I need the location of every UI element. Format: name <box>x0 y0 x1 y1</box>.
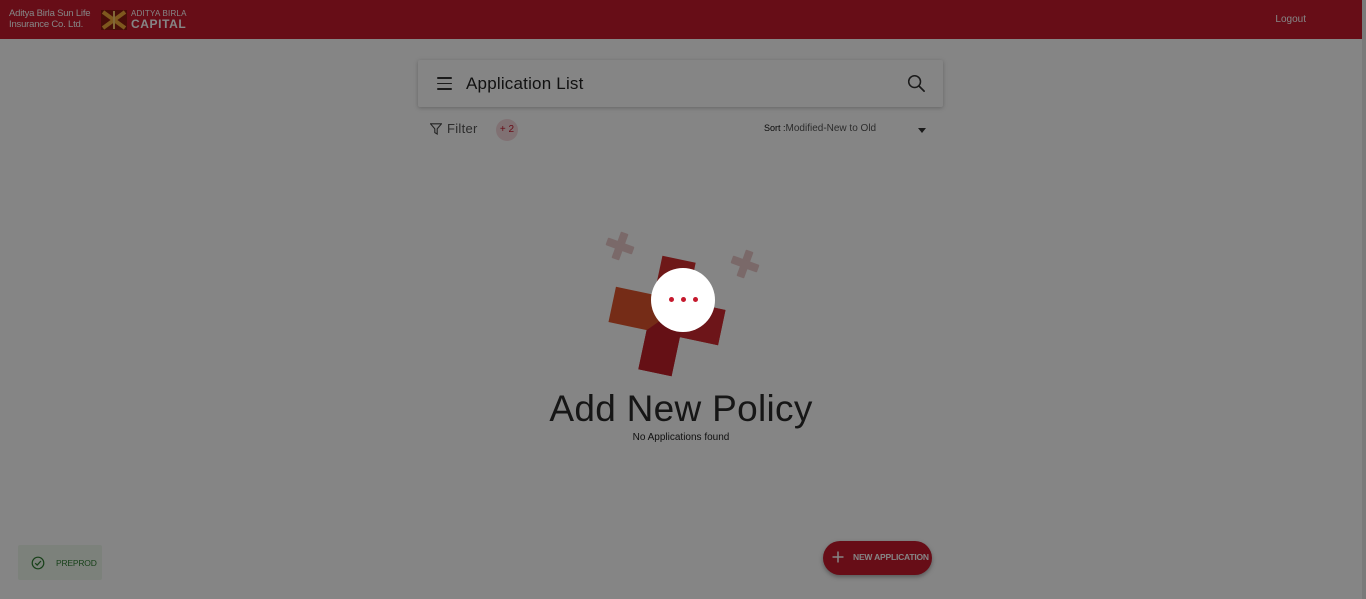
loading-dots-icon <box>651 268 715 332</box>
scrollbar[interactable] <box>1362 0 1366 599</box>
